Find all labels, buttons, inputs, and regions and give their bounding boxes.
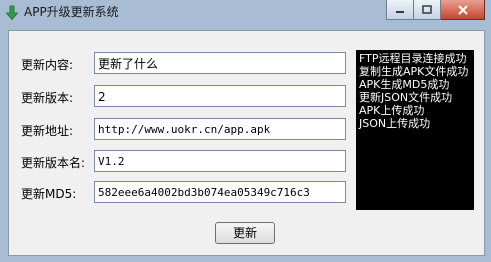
title-bar[interactable]: APP升级更新系统 [0, 0, 491, 26]
url-label: 更新地址: [21, 124, 74, 138]
version-input[interactable]: 2 [94, 85, 346, 107]
log-line: 复制生成APK文件成功 [359, 65, 469, 78]
window-controls [386, 0, 485, 20]
md5-label: 更新MD5: [21, 187, 77, 201]
app-window: APP升级更新系统 更新内容: 更新了什么 更新版本: 2 更新地址: http… [0, 0, 491, 262]
version-label: 更新版本: [21, 91, 74, 105]
url-input[interactable]: http://www.uokr.cn/app.apk [94, 118, 346, 140]
maximize-button[interactable] [414, 0, 441, 20]
update-button[interactable]: 更新 [215, 222, 275, 244]
window-title: APP升级更新系统 [24, 5, 119, 19]
log-line: APK上传成功 [359, 104, 425, 117]
log-output[interactable]: FTP远程目录连接成功 复制生成APK文件成功 APK生成MD5成功 更新JSO… [356, 50, 474, 210]
close-button[interactable] [441, 0, 485, 20]
download-arrow-icon [5, 5, 19, 21]
minimize-button[interactable] [386, 0, 414, 20]
version-name-label: 更新版本名: [21, 156, 86, 170]
content-label: 更新内容: [21, 58, 74, 72]
form-panel: 更新内容: 更新了什么 更新版本: 2 更新地址: http://www.uok… [8, 30, 485, 256]
minimize-icon [396, 10, 404, 13]
log-line: FTP远程目录连接成功 [359, 52, 467, 65]
content-input[interactable]: 更新了什么 [94, 52, 346, 74]
md5-input[interactable]: 582eee6a4002bd3b074ea05349c716c3 [94, 181, 346, 203]
log-line: JSON上传成功 [359, 117, 431, 130]
log-line: APK生成MD5成功 [359, 78, 450, 91]
close-icon [457, 4, 468, 15]
maximize-icon [422, 4, 432, 14]
log-line: 更新JSON文件成功 [359, 91, 453, 104]
version-name-input[interactable]: V1.2 [94, 150, 346, 172]
